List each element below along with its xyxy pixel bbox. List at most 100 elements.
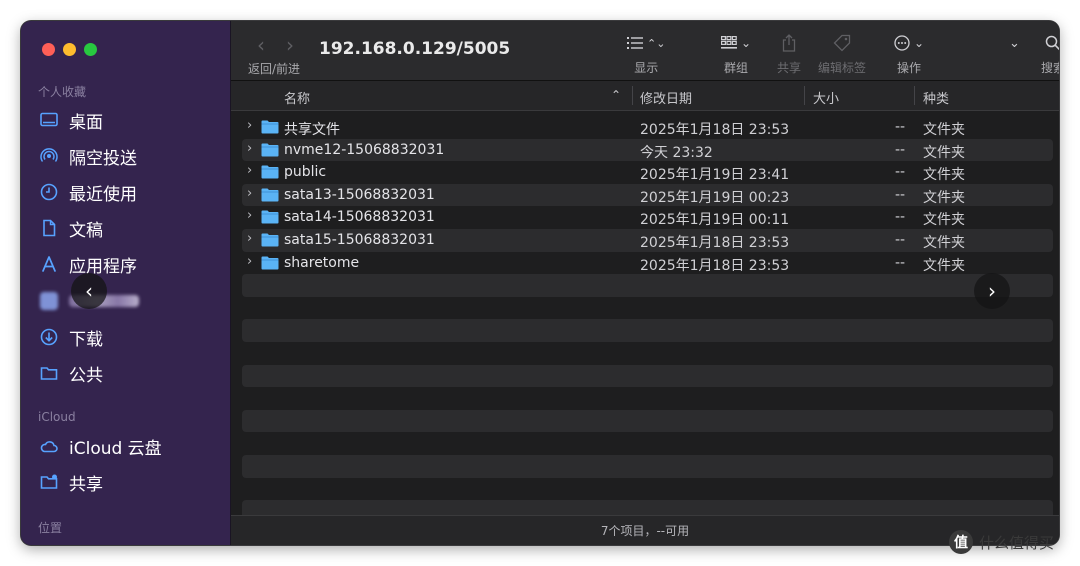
desktop-icon	[38, 109, 60, 131]
sidebar-item-icloud-drive[interactable]: iCloud 云盘	[38, 431, 228, 461]
search-icon	[1045, 31, 1059, 55]
empty-row	[242, 342, 1053, 365]
sidebar-item-downloads[interactable]: 下载	[38, 322, 228, 352]
empty-row	[242, 297, 1053, 320]
sidebar-item-shared[interactable]: 共享	[38, 467, 228, 497]
empty-row	[242, 274, 1053, 297]
disclosure-chevron-icon[interactable]: ›	[247, 231, 252, 246]
document-icon	[38, 217, 60, 239]
watermark-text: 什么值得买	[979, 533, 1055, 552]
share-icon	[782, 31, 796, 55]
watermark: 值 什么值得买	[949, 530, 1054, 554]
folder-icon	[261, 120, 279, 134]
disclosure-chevron-icon[interactable]: ›	[247, 208, 252, 223]
sidebar-item-desktop[interactable]: 桌面	[38, 105, 228, 135]
tag-icon	[833, 31, 851, 55]
folder-icon	[261, 233, 279, 247]
disclosure-chevron-icon[interactable]: ›	[247, 163, 252, 178]
applications-icon	[38, 253, 60, 275]
previous-image-button[interactable]: ‹	[71, 273, 107, 309]
sidebar-item-recents[interactable]: 最近使用	[38, 177, 228, 207]
folder-icon	[261, 256, 279, 270]
sidebar-item-label: 下载	[69, 329, 103, 350]
empty-row	[242, 432, 1053, 455]
shared-folder-icon	[38, 471, 60, 493]
sidebar-item-applications[interactable]: 应用程序	[38, 249, 228, 279]
table-row[interactable]: › 共享文件 2025年1月18日 23:53 -- 文件夹	[242, 116, 1053, 139]
table-row[interactable]: › sata14-15068832031 2025年1月19日 00:11 -- 文件夹	[242, 206, 1053, 229]
column-name-header[interactable]: 名称	[284, 88, 310, 107]
file-list: › 共享文件 2025年1月18日 23:53 -- 文件夹 › nvme12-15068…	[242, 116, 1053, 523]
window-controls	[42, 43, 97, 56]
sidebar-item-documents[interactable]: 文稿	[38, 213, 228, 243]
column-size-header[interactable]: 大小	[813, 88, 839, 107]
forward-icon[interactable]: ›	[286, 33, 294, 57]
empty-row	[242, 409, 1053, 433]
column-date-header[interactable]: 修改日期	[640, 88, 692, 107]
more-icon: ⌄	[894, 31, 924, 55]
chevron-right-icon: ›	[988, 279, 996, 303]
edit-tags-button[interactable]: 编辑标签	[818, 31, 866, 76]
sidebar: 个人收藏 桌面 隔空投送 最近使用 文稿 应用程序 下载 公共 iCloud i…	[21, 21, 231, 545]
sidebar-item-label: 最近使用	[69, 184, 137, 205]
disclosure-chevron-icon[interactable]: ›	[247, 186, 252, 201]
close-button[interactable]	[42, 43, 55, 56]
table-row[interactable]: › public 2025年1月19日 23:41 -- 文件夹	[242, 161, 1053, 184]
view-button[interactable]: ⌃⌄ 显示	[627, 31, 665, 76]
favorites-section-title: 个人收藏	[38, 85, 87, 99]
locations-section-title: 位置	[38, 521, 63, 535]
table-row[interactable]: › nvme12-15068832031 今天 23:32 -- 文件夹	[242, 138, 1053, 162]
nav-caption: 返回/前进	[248, 62, 301, 76]
back-icon[interactable]: ‹	[257, 33, 265, 57]
sidebar-item-airdrop[interactable]: 隔空投送	[38, 141, 228, 171]
folder-icon	[261, 210, 279, 224]
folder-icon	[261, 143, 279, 157]
column-kind-header[interactable]: 种类	[923, 88, 949, 107]
share-button[interactable]: 共享	[777, 31, 801, 76]
minimize-button[interactable]	[63, 43, 76, 56]
zoom-button[interactable]	[84, 43, 97, 56]
disclosure-chevron-icon[interactable]: ›	[247, 141, 252, 156]
path-dropdown-button[interactable]: ⌄	[1009, 31, 1020, 55]
folder-icon	[261, 188, 279, 202]
empty-row	[242, 387, 1053, 410]
sidebar-item-label: iCloud 云盘	[69, 438, 162, 459]
search-button[interactable]: 搜索	[1041, 31, 1059, 76]
sort-ascending-icon: ⌃	[611, 88, 622, 102]
disclosure-chevron-icon[interactable]: ›	[247, 118, 252, 133]
watermark-logo-icon: 值	[949, 530, 973, 554]
sidebar-item-label: 应用程序	[69, 256, 137, 277]
download-icon	[38, 326, 60, 348]
empty-row	[242, 478, 1053, 501]
icloud-icon	[38, 435, 60, 457]
folder-icon	[261, 165, 279, 179]
window-title: 192.168.0.129/5005	[319, 39, 511, 59]
public-folder-icon	[38, 362, 60, 384]
status-bar: 7个项目，--可用	[231, 515, 1059, 545]
finder-window: 个人收藏 桌面 隔空投送 最近使用 文稿 应用程序 下载 公共 iCloud i…	[21, 21, 1059, 545]
sidebar-item-label: 隔空投送	[69, 148, 137, 169]
sidebar-item-label: 共享	[69, 474, 103, 495]
home-icon	[38, 290, 60, 312]
sidebar-item-label: 文稿	[69, 220, 103, 241]
action-button[interactable]: ⌄ 操作	[894, 31, 924, 76]
table-row[interactable]: › sata15-15068832031 2025年1月18日 23:53 -- 文件夹	[242, 228, 1053, 252]
disclosure-chevron-icon[interactable]: ›	[247, 254, 252, 269]
list-view-icon: ⌃⌄	[627, 31, 665, 55]
group-button[interactable]: ⌄ 群组	[721, 31, 751, 76]
icloud-section-title: iCloud	[38, 410, 76, 424]
airdrop-icon	[38, 145, 60, 167]
sidebar-item-home[interactable]	[38, 286, 228, 316]
grid-icon: ⌄	[721, 31, 751, 55]
sidebar-item-public[interactable]: 公共	[38, 358, 228, 388]
table-row[interactable]: › sata13-15068832031 2025年1月19日 00:23 -- 文件夹	[242, 183, 1053, 207]
sidebar-item-label: 公共	[69, 365, 103, 386]
recents-icon	[38, 181, 60, 203]
chevron-down-icon: ⌄	[1009, 35, 1020, 51]
column-header: 名称 ⌃ 修改日期 大小 种类	[231, 81, 1059, 111]
empty-row	[242, 454, 1053, 478]
chevron-left-icon: ‹	[85, 279, 93, 303]
main-pane: ‹ › 192.168.0.129/5005 返回/前进 ⌃⌄ 显示 ⌄ 群组	[231, 21, 1059, 545]
next-image-button[interactable]: ›	[974, 273, 1010, 309]
table-row[interactable]: › sharetome 2025年1月18日 23:53 -- 文件夹	[242, 252, 1053, 275]
